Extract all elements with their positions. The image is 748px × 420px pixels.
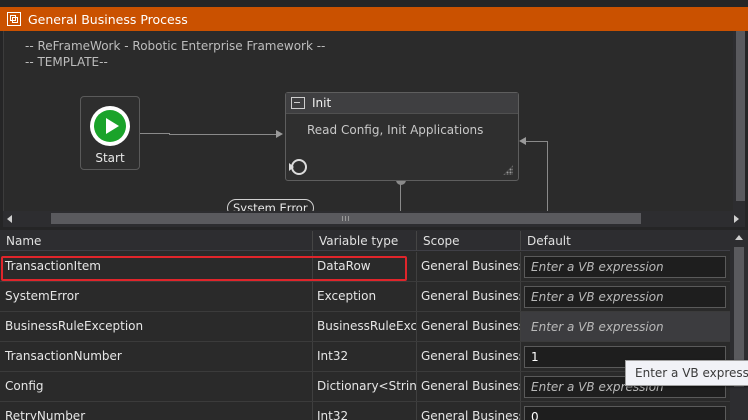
transition-line (547, 141, 548, 211)
transition-line (400, 181, 401, 211)
table-row[interactable]: TransactionNumber Int32 General Business… (0, 342, 730, 372)
column-header-variable-type[interactable]: Variable type (313, 231, 417, 251)
table-row[interactable]: Config Dictionary<String,Object> General… (0, 372, 730, 402)
start-play-icon (90, 106, 130, 146)
variable-name[interactable]: Config (0, 372, 313, 401)
transition-arrow-icon (519, 137, 526, 145)
start-label: Start (95, 151, 125, 165)
variable-scope[interactable]: General Business (417, 252, 521, 281)
variable-scope[interactable]: General Business (417, 312, 521, 341)
variable-scope[interactable]: General Business (417, 372, 521, 401)
column-header-default[interactable]: Default (521, 231, 730, 251)
transition-line (140, 133, 170, 134)
workflow-designer: General Business Process -- ReFrameWork … (0, 0, 748, 230)
default-value-input[interactable]: Enter a VB expression (524, 286, 726, 308)
state-icon (291, 97, 305, 109)
default-value-input[interactable]: Enter a VB expression (521, 312, 730, 341)
variable-name[interactable]: BusinessRuleException (0, 312, 313, 341)
transition-arrow-icon (276, 130, 283, 138)
workflow-title: General Business Process (28, 11, 188, 27)
scroll-left-icon[interactable] (7, 215, 12, 223)
variables-panel: Name Variable type Scope Default Transac… (0, 231, 748, 420)
default-value-input[interactable]: Enter a VB expression (524, 256, 726, 278)
variable-name[interactable]: SystemError (0, 282, 313, 311)
variable-type[interactable]: DataRow (313, 252, 417, 281)
workflow-title-bar[interactable]: General Business Process (0, 7, 748, 31)
variable-scope[interactable]: General Business (417, 282, 521, 311)
init-state[interactable]: Init Read Config, Init Applications (285, 92, 519, 181)
variable-name[interactable]: TransactionItem (0, 252, 313, 281)
variable-type[interactable]: Int32 (313, 402, 417, 420)
entry-action-icon (289, 159, 307, 175)
scrollbar-thumb[interactable] (736, 31, 745, 201)
table-row[interactable]: TransactionItem DataRow General Business… (0, 252, 730, 282)
transition-label-system-error[interactable]: System Error (227, 199, 314, 211)
grid-vertical-scrollbar[interactable] (730, 231, 748, 420)
scroll-up-icon[interactable] (735, 235, 743, 240)
init-state-title: Init (312, 96, 332, 110)
annotation-line-1: -- ReFrameWork - Robotic Enterprise Fram… (25, 39, 326, 53)
scroll-right-icon[interactable] (734, 215, 739, 223)
start-node[interactable]: Start (80, 96, 140, 170)
variable-scope[interactable]: General Business (417, 342, 521, 371)
column-header-scope[interactable]: Scope (417, 231, 521, 251)
table-row[interactable]: RetryNumber Int32 General Business 0 (0, 402, 730, 420)
grip-icon (342, 216, 349, 221)
variable-scope[interactable]: General Business (417, 402, 521, 420)
designer-canvas[interactable]: -- ReFrameWork - Robotic Enterprise Fram… (3, 31, 745, 211)
transition-line (169, 134, 277, 135)
state-machine-icon (7, 12, 21, 26)
variable-name[interactable]: RetryNumber (0, 402, 313, 420)
variable-type[interactable]: BusinessRuleException (313, 312, 417, 341)
designer-vertical-scrollbar[interactable] (733, 31, 745, 211)
annotation-text: -- ReFrameWork - Robotic Enterprise Fram… (25, 38, 325, 70)
resize-grip-icon[interactable] (503, 165, 513, 175)
table-row[interactable]: SystemError Exception General Business E… (0, 282, 730, 312)
variable-type[interactable]: Exception (313, 282, 417, 311)
default-value-input[interactable]: 0 (524, 406, 726, 420)
variable-type[interactable]: Int32 (313, 342, 417, 371)
scrollbar-thumb[interactable] (51, 213, 641, 224)
annotation-line-2: -- TEMPLATE-- (25, 55, 108, 69)
init-state-description: Read Config, Init Applications (307, 123, 484, 137)
variable-type[interactable]: Dictionary<String,Object> (313, 372, 417, 401)
variable-name[interactable]: TransactionNumber (0, 342, 313, 371)
grid-header: Name Variable type Scope Default (0, 231, 730, 251)
designer-horizontal-scrollbar[interactable] (3, 211, 745, 227)
tooltip: Enter a VB expression (625, 360, 748, 386)
column-header-name[interactable]: Name (0, 231, 313, 251)
transition-line (526, 141, 548, 142)
table-row[interactable]: BusinessRuleException BusinessRuleExcept… (0, 312, 730, 342)
